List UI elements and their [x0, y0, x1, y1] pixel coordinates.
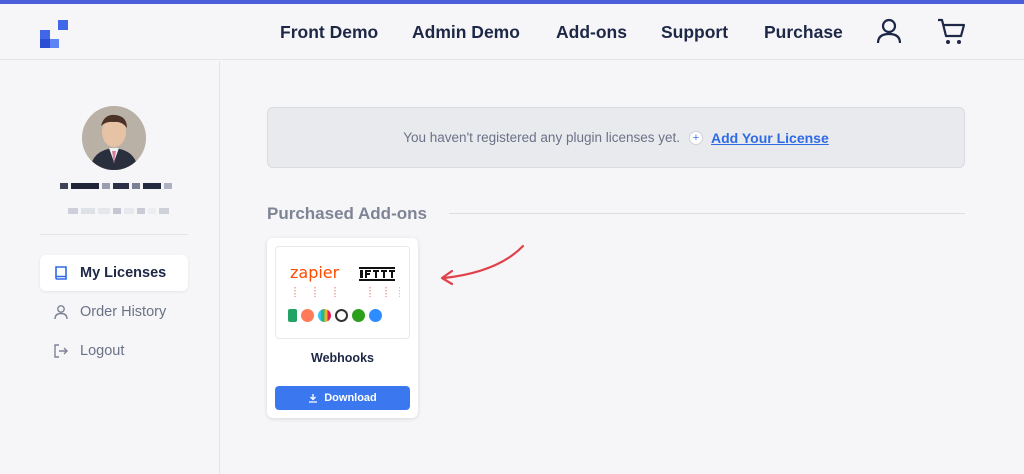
user-icon[interactable]: [876, 17, 902, 45]
sidebar-item-label: My Licenses: [80, 265, 167, 281]
user-icon: [53, 304, 69, 320]
add-license-link[interactable]: Add Your License: [711, 130, 829, 146]
avatar: [82, 106, 146, 170]
section-title: Purchased Add-ons: [267, 204, 427, 223]
quickbooks-icon: [352, 309, 365, 322]
sidebar-item-label: Order History: [80, 304, 167, 320]
account-sidebar: My Licenses Order History Logout: [0, 61, 220, 474]
sidebar-item-logout[interactable]: Logout: [40, 333, 188, 369]
redacted-email: [68, 208, 169, 214]
section-divider: [449, 213, 965, 214]
annotation-arrow: [440, 244, 525, 286]
nav-front-demo[interactable]: Front Demo: [280, 22, 378, 43]
addon-card: zapier Webhooks Download: [267, 238, 418, 418]
slack-icon: [318, 309, 331, 322]
hubspot-icon: [301, 309, 314, 322]
license-notice: You haven't registered any plugin licens…: [267, 107, 965, 168]
download-label: Download: [324, 392, 377, 404]
book-icon: [53, 265, 69, 281]
addon-title: Webhooks: [311, 351, 374, 365]
nav-add-ons[interactable]: Add-ons: [556, 22, 627, 43]
sidebar-item-label: Logout: [80, 343, 125, 359]
sidebar-divider: [40, 234, 188, 235]
sheets-icon: [288, 309, 297, 322]
redacted-name: [60, 183, 172, 189]
plus-icon[interactable]: +: [689, 130, 704, 145]
logo[interactable]: [40, 18, 68, 48]
zoom-icon: [369, 309, 382, 322]
nav-support[interactable]: Support: [661, 22, 728, 43]
nav-purchase[interactable]: Purchase: [764, 22, 843, 43]
addon-image: zapier: [275, 246, 410, 339]
download-button[interactable]: Download: [275, 386, 410, 410]
logout-icon: [53, 343, 69, 359]
download-icon: [308, 393, 318, 403]
connector-arrows: [294, 287, 400, 297]
cart-icon[interactable]: [936, 17, 966, 47]
notice-text: You haven't registered any plugin licens…: [403, 130, 681, 145]
ifttt-logo: [359, 267, 395, 281]
sidebar-item-order-history[interactable]: Order History: [40, 294, 188, 330]
nav-admin-demo[interactable]: Admin Demo: [412, 22, 520, 43]
site-header: Front Demo Admin Demo Add-ons Support Pu…: [0, 4, 1024, 60]
mailchimp-icon: [335, 309, 348, 322]
sidebar-item-my-licenses[interactable]: My Licenses: [40, 255, 188, 291]
integration-icons: [288, 309, 382, 322]
zapier-logo: zapier: [290, 263, 340, 282]
